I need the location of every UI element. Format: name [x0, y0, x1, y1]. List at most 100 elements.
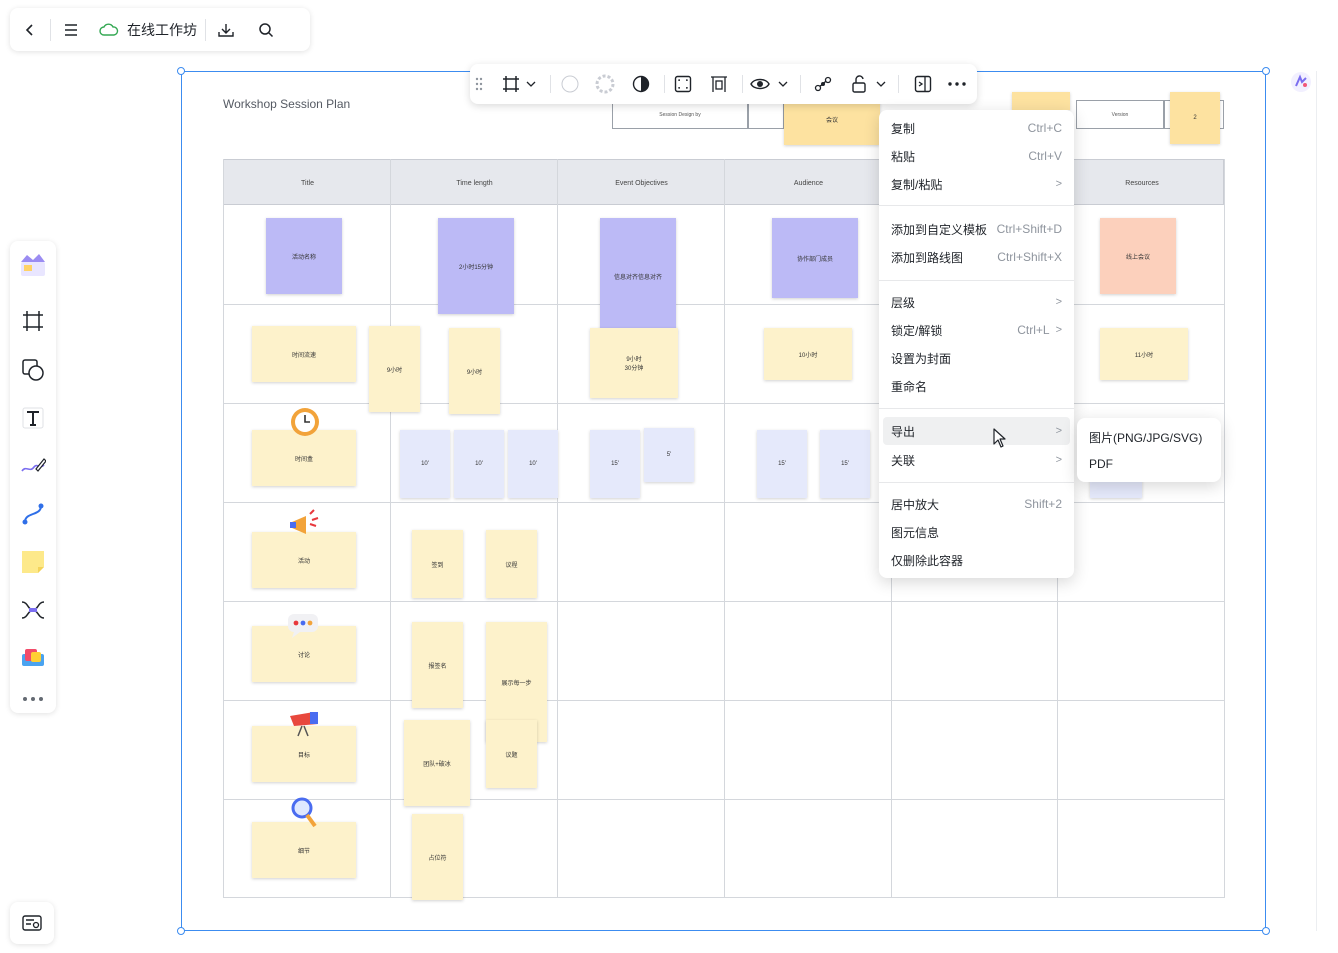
hamburger-icon [65, 23, 77, 36]
visibility-dropdown[interactable] [774, 72, 792, 96]
resize-handle[interactable] [1262, 927, 1270, 935]
divider [550, 75, 551, 93]
menu-divider [879, 280, 1074, 281]
divider [898, 75, 899, 93]
frame-type-button[interactable] [498, 72, 524, 96]
menu-item-shortcut: Shift+2 [1024, 497, 1062, 511]
menu-item-label: 添加到自定义模板 [891, 222, 988, 237]
chevron-right-icon: > [1055, 425, 1062, 437]
menu-item-shortcut: Ctrl+Shift+D [996, 222, 1062, 236]
frame-icon [503, 76, 519, 92]
frame-tool[interactable] [15, 303, 51, 339]
menu-divider [879, 482, 1074, 483]
pen-tool[interactable] [15, 448, 51, 484]
fit-content-button[interactable] [670, 72, 696, 96]
fill-color-button[interactable] [557, 72, 583, 96]
menu-item-element-info[interactable]: 图元信息 [883, 518, 1070, 546]
menu-item-add-template[interactable]: 添加到自定义模板 Ctrl+Shift+D [883, 215, 1070, 243]
menu-item-copy-paste[interactable]: 复制/粘贴 > [883, 170, 1070, 198]
border-color-button[interactable] [592, 72, 618, 96]
menu-item-paste[interactable]: 粘贴 Ctrl+V [883, 142, 1070, 170]
connect-button[interactable] [810, 72, 836, 96]
menu-item-label: 复制 [891, 121, 916, 136]
resize-handle[interactable] [177, 67, 185, 75]
selection-frame [181, 71, 1266, 931]
menu-item-copy[interactable]: 复制 Ctrl+C [883, 114, 1070, 142]
connector-tool[interactable] [15, 496, 51, 532]
cloud-saved-icon [99, 23, 119, 36]
menu-item-label: 锁定/解锁 [891, 323, 943, 338]
auto-layout-icon [711, 76, 727, 92]
ai-assistant-button[interactable] [1290, 71, 1312, 93]
document-title[interactable]: 在线工作坊 [127, 20, 197, 40]
export-submenu: 图片(PNG/JPG/SVG) PDF [1077, 418, 1221, 482]
search-icon [259, 22, 274, 37]
right-panel-edge [1316, 71, 1338, 931]
document-title-area[interactable]: 在线工作坊 [91, 8, 205, 51]
ai-assistant-icon [1291, 72, 1311, 92]
more-icon [23, 697, 43, 701]
menu-item-lock[interactable]: 锁定/解锁 Ctrl+L > [883, 316, 1070, 344]
menu-item-label: 图元信息 [891, 525, 940, 540]
resize-handle[interactable] [177, 927, 185, 935]
link-nodes-icon [814, 76, 832, 92]
back-button[interactable] [10, 8, 50, 51]
template-icon [21, 254, 45, 276]
connector-icon [22, 503, 44, 525]
lock-dropdown[interactable] [872, 72, 890, 96]
menu-item-label: 设置为封面 [891, 351, 952, 366]
sticky-note-tool[interactable] [15, 544, 51, 580]
menu-item-rename[interactable]: 重命名 [883, 372, 1070, 400]
chevron-right-icon: > [1055, 296, 1062, 308]
mouse-cursor-icon [993, 428, 1006, 448]
menu-item-delete-container[interactable]: 仅删除此容器 [883, 546, 1070, 574]
menu-item-shortcut: Ctrl+V [1028, 149, 1062, 163]
menu-item-zoom-center[interactable]: 居中放大 Shift+2 [883, 490, 1070, 518]
frame-icon [23, 311, 43, 331]
menu-item-add-roadmap[interactable]: 添加到路线图 Ctrl+Shift+X [883, 243, 1070, 271]
sticker-tool[interactable] [15, 640, 51, 676]
menu-item-export[interactable]: 导出 > [883, 417, 1070, 445]
unlock-icon [852, 75, 866, 93]
fit-content-icon [674, 75, 692, 93]
mindmap-icon [21, 601, 45, 619]
context-menu: 复制 Ctrl+C 粘贴 Ctrl+V 复制/粘贴 > 添加到自定义模板 Ctr… [879, 110, 1074, 578]
export-image-option[interactable]: 图片(PNG/JPG/SVG) [1081, 424, 1217, 450]
text-icon [22, 407, 44, 429]
text-tool[interactable] [15, 400, 51, 436]
menu-button[interactable] [51, 8, 91, 51]
drag-handle[interactable] [472, 72, 486, 96]
shape-tool[interactable] [15, 352, 51, 388]
presentation-button[interactable] [910, 72, 936, 96]
more-tools[interactable] [15, 681, 51, 717]
download-button[interactable] [206, 8, 246, 51]
menu-item-shortcut: Ctrl+C [1027, 121, 1062, 135]
border-color-icon [595, 74, 615, 94]
divider [742, 75, 743, 93]
export-pdf-option[interactable]: PDF [1081, 451, 1217, 477]
chevron-down-icon [778, 81, 788, 87]
sticker-icon [22, 649, 44, 666]
shape-icon [22, 359, 44, 381]
menu-item-shortcut: Ctrl+L [1017, 323, 1050, 337]
template-tool[interactable] [15, 247, 51, 283]
lock-button[interactable] [846, 72, 872, 96]
menu-item-label: 层级 [891, 295, 916, 310]
resize-handle[interactable] [1262, 67, 1270, 75]
menu-item-layer[interactable]: 层级 > [883, 288, 1070, 316]
search-button[interactable] [246, 8, 286, 51]
more-options-button[interactable] [944, 72, 970, 96]
presentation-icon [914, 75, 932, 93]
menu-item-relation[interactable]: 关联 > [883, 446, 1070, 474]
mindmap-tool[interactable] [15, 592, 51, 628]
frame-type-dropdown[interactable] [522, 72, 540, 96]
menu-item-label: 重命名 [891, 379, 928, 394]
minimap-icon [22, 915, 42, 931]
menu-item-label: 添加到路线图 [891, 250, 964, 265]
style-button[interactable] [628, 72, 654, 96]
more-icon [948, 82, 966, 86]
menu-item-set-cover[interactable]: 设置为封面 [883, 344, 1070, 372]
visibility-button[interactable] [747, 72, 773, 96]
auto-layout-button[interactable] [706, 72, 732, 96]
minimap-button[interactable] [10, 902, 54, 944]
